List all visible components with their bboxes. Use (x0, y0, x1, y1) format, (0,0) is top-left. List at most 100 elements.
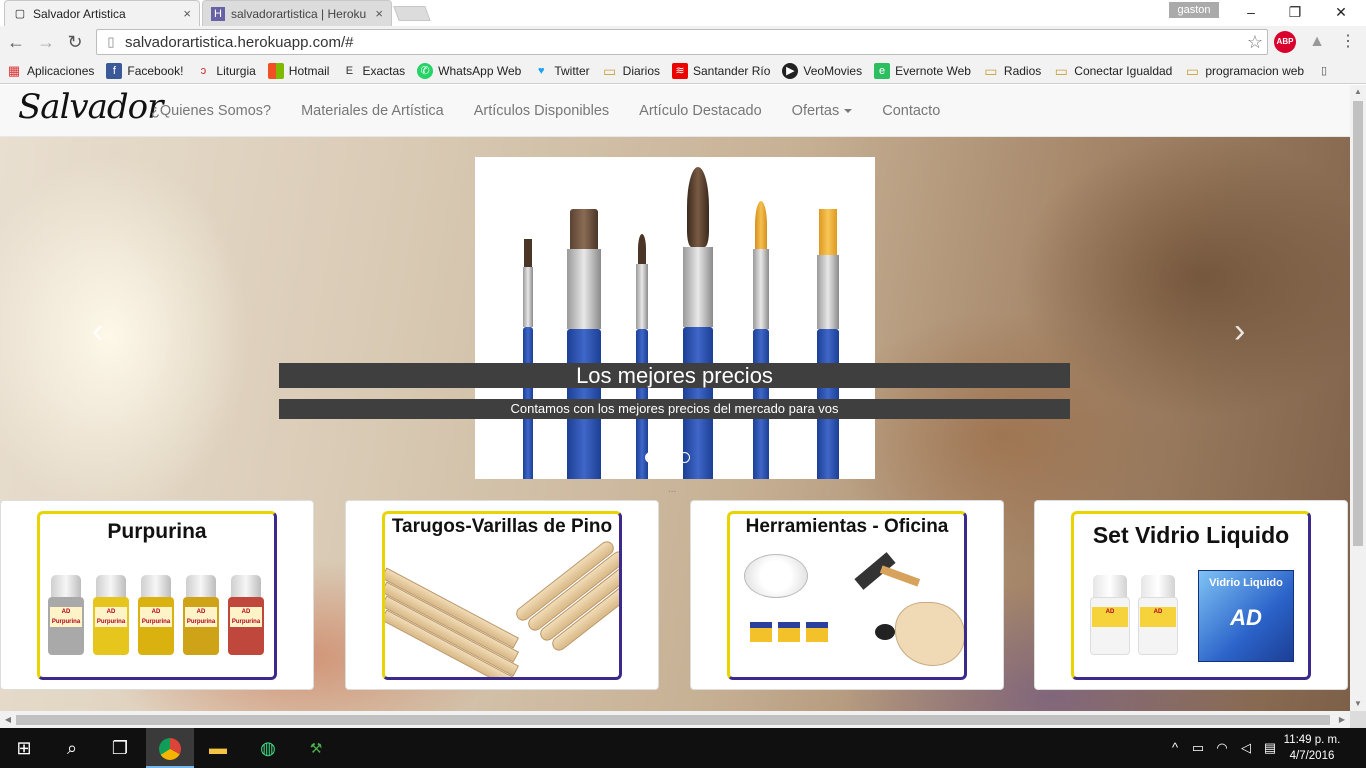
taskbar-clock[interactable]: 11:49 p. m. 4/7/2016 (1280, 732, 1344, 764)
bookmark-page[interactable]: ▯ (1316, 63, 1337, 79)
carousel-next-icon[interactable]: › (1234, 312, 1245, 351)
liturgia-icon: ↄ (200, 64, 207, 77)
nav-materiales-artistica[interactable]: Materiales de Artística (286, 85, 459, 137)
bottle-image: AD (1138, 575, 1178, 655)
bookmark-programacion-web[interactable]: ▭ programacion web (1184, 63, 1304, 79)
tab-heroku[interactable]: H salvadorartistica | Heroku × (202, 0, 392, 26)
nav-quienes-somos[interactable]: ¿Quienes Somos? (136, 85, 286, 137)
page-icon: ▯ (1321, 64, 1328, 77)
back-arrow-icon[interactable]: ← (4, 30, 28, 54)
carousel-indicator[interactable] (662, 452, 673, 463)
bookmark-diarios[interactable]: ▭ Diarios (602, 63, 660, 79)
nav-articulo-destacado[interactable]: Artículo Destacado (624, 85, 777, 137)
chrome-menu-icon[interactable]: ⋮ (1338, 30, 1358, 54)
volume-icon[interactable]: ◁ (1236, 728, 1256, 768)
product-card-image: Purpurina AD Purpurina AD Purpurina AD Purp… (37, 511, 277, 680)
play-icon: ▶ (782, 62, 799, 79)
tab-salvador-artistica[interactable]: ▢ Salvador Artistica × (4, 0, 200, 26)
search-icon[interactable]: ⌕ (48, 728, 96, 768)
close-tab-icon[interactable]: × (375, 6, 383, 21)
jar-image: AD Purpurina (93, 575, 129, 655)
carousel-caption-title: Los mejores precios (279, 363, 1070, 388)
scroll-left-icon[interactable]: ◀ (0, 711, 16, 728)
carousel-indicator[interactable] (645, 452, 656, 463)
battery-icon[interactable]: ▭ (1188, 728, 1208, 768)
scroll-thumb[interactable] (16, 715, 1330, 725)
bookmark-veomovies[interactable]: ▶ VeoMovies (782, 62, 862, 79)
minimize-button[interactable]: – (1228, 0, 1274, 24)
app-globe-icon[interactable]: ◍ (244, 728, 292, 768)
windows-start-icon[interactable]: ⊞ (0, 728, 48, 768)
product-card-vidrio-liquido[interactable]: Set Vidrio Liquido AD AD Vidrio Liquido … (1034, 500, 1348, 690)
tab-strip: ▢ Salvador Artistica × H salvadorartisti… (0, 0, 1366, 26)
heroku-icon: H (211, 6, 225, 21)
adblock-icon[interactable]: ABP (1274, 31, 1296, 53)
bookmark-exactas[interactable]: E Exactas (341, 63, 405, 79)
nav-ofertas-dropdown[interactable]: Ofertas (777, 85, 868, 137)
close-window-button[interactable]: ✕ (1318, 0, 1364, 24)
ellipsis-text: ... (668, 484, 677, 495)
sponge-brush-image (750, 622, 772, 642)
box-title: Vidrio Liquido (1209, 577, 1283, 589)
bookmark-liturgia[interactable]: ↄ Liturgia (195, 63, 256, 79)
product-card-herramientas[interactable]: Herramientas - Oficina (690, 500, 1004, 690)
extension-icon[interactable]: ▲ (1306, 33, 1328, 51)
nav-articulos-disponibles[interactable]: Artículos Disponibles (459, 85, 624, 137)
nav-contacto[interactable]: Contacto (867, 85, 955, 137)
hero-carousel: ‹ › Los mejores precios Contamos con los… (0, 137, 1350, 711)
restore-button[interactable]: ❐ (1272, 0, 1318, 24)
bookmark-radios[interactable]: ▭ Radios (983, 63, 1041, 79)
bookmark-evernote[interactable]: e Evernote Web (874, 62, 971, 79)
product-card-purpurina[interactable]: Purpurina AD Purpurina AD Purpurina AD Purp… (0, 500, 314, 690)
profile-button[interactable]: gaston (1169, 2, 1219, 18)
product-card-image: Herramientas - Oficina (727, 511, 967, 680)
brush-image (817, 209, 839, 479)
horizontal-scrollbar[interactable]: ◀ ▶ (0, 711, 1350, 728)
folder-icon: ▭ (603, 62, 617, 79)
jar-image: AD Purpurina (48, 575, 84, 655)
reload-icon[interactable]: ↻ (63, 30, 87, 54)
sponge-brush-image (806, 622, 828, 642)
bookmark-whatsapp[interactable]: ✆ WhatsApp Web (417, 62, 521, 79)
bookmark-conectar-igualdad[interactable]: ▭ Conectar Igualdad (1053, 63, 1173, 79)
task-view-icon[interactable]: ❐ (96, 728, 144, 768)
address-bar[interactable]: ▯ salvadorartistica.herokuapp.com/# ☆ (96, 29, 1268, 55)
bookmark-hotmail[interactable]: Hotmail (267, 62, 329, 79)
product-card-tarugos[interactable]: Tarugos-Varillas de Pino (345, 500, 659, 690)
file-explorer-icon[interactable]: ▬ (194, 728, 242, 768)
scroll-thumb[interactable] (1353, 101, 1363, 546)
app-tool-icon[interactable]: ⚒ (292, 728, 340, 768)
forward-arrow-icon[interactable]: → (34, 30, 58, 54)
bookmark-facebook[interactable]: f Facebook! (106, 62, 183, 79)
page-viewport: Salvador ¿Quienes Somos? Materiales de A… (0, 85, 1350, 711)
bookmark-star-icon[interactable]: ☆ (1243, 32, 1267, 53)
show-hidden-icons-icon[interactable]: ^ (1166, 728, 1184, 768)
product-card-image: Set Vidrio Liquido AD AD Vidrio Liquido … (1071, 511, 1311, 680)
twitter-icon: ♥ (538, 64, 545, 77)
scroll-up-icon[interactable]: ▲ (1350, 85, 1366, 99)
carousel-prev-icon[interactable]: ‹ (92, 312, 103, 351)
bookmark-santander[interactable]: ≋ Santander Río (672, 62, 770, 79)
scroll-down-icon[interactable]: ▼ (1350, 697, 1366, 711)
bookmark-aplicaciones[interactable]: ▦ Aplicaciones (6, 63, 95, 79)
bookmarks-bar: ▦ Aplicaciones f Facebook! ↄ Liturgia Hotma… (0, 58, 1366, 84)
windows-icon (267, 62, 284, 79)
notifications-icon[interactable]: ▤ (1260, 728, 1280, 768)
bookmark-twitter[interactable]: ♥ Twitter (533, 63, 590, 79)
page-info-icon[interactable]: ▯ (103, 34, 119, 50)
url-text[interactable]: salvadorartistica.herokuapp.com/# (125, 34, 1243, 51)
carousel-indicator[interactable] (679, 452, 690, 463)
wifi-icon[interactable]: ◠ (1212, 728, 1232, 768)
scroll-right-icon[interactable]: ▶ (1334, 711, 1350, 728)
taskbar: ⊞ ⌕ ❐ ▬ ◍ ⚒ ^ ▭ ◠ ◁ ▤ 11:49 p. m. 4/7/20… (0, 728, 1366, 768)
close-tab-icon[interactable]: × (183, 6, 191, 21)
chrome-taskbar-icon[interactable] (146, 728, 194, 768)
product-box-image: Vidrio Liquido AD (1198, 570, 1294, 662)
carousel-indicators (645, 452, 696, 463)
whatsapp-icon: ✆ (417, 62, 434, 79)
new-tab-button[interactable] (393, 6, 431, 21)
carousel-caption-text: Contamos con los mejores precios del mer… (279, 399, 1070, 419)
brush-image (683, 167, 713, 479)
vertical-scrollbar[interactable]: ▲ ▼ (1350, 85, 1366, 711)
facebook-icon: f (106, 62, 123, 79)
